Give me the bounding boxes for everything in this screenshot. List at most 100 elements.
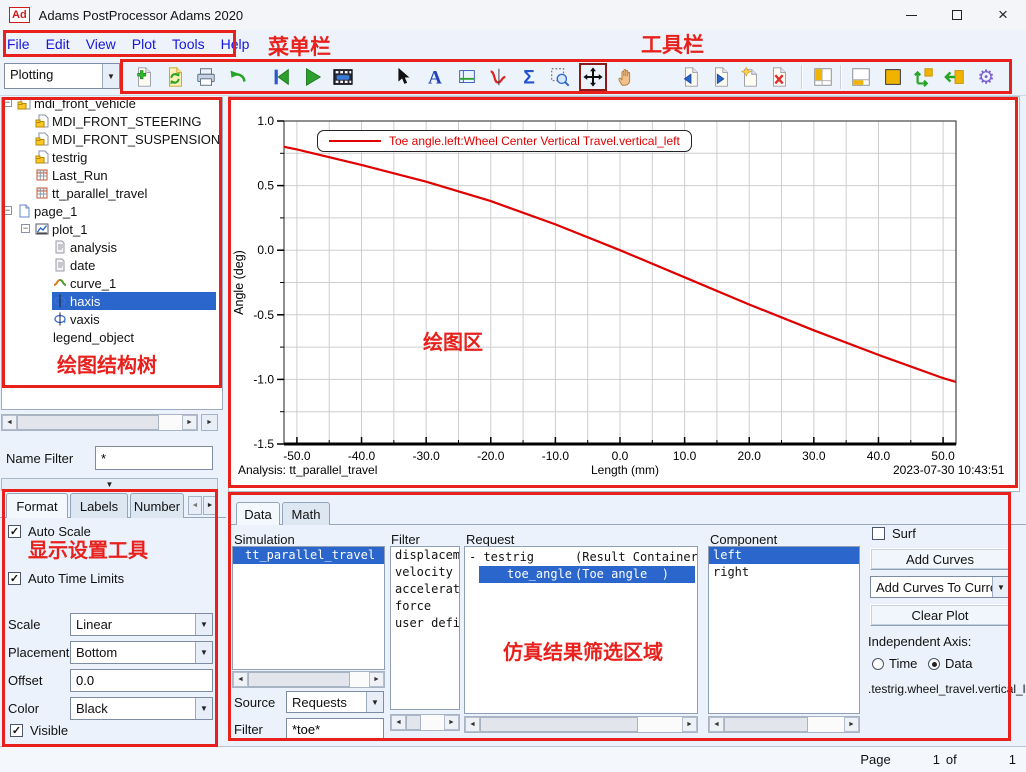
tree-item-Last_Run[interactable]: Last_Run	[2, 166, 223, 184]
scroll-left-icon[interactable]: ◄	[2, 415, 17, 430]
scroll-thumb[interactable]	[724, 717, 808, 732]
tab-prev-button[interactable]: ◄	[188, 496, 202, 515]
plot-axes-icon[interactable]	[455, 65, 479, 89]
clear-plot-button[interactable]: Clear Plot	[870, 604, 1010, 626]
time-radio[interactable]: Time	[872, 656, 917, 671]
request-row[interactable]: - testrig(Result Container	[465, 549, 697, 566]
simulation-item[interactable]: tt_parallel_travel	[233, 547, 384, 564]
scroll-right-icon[interactable]: ►	[444, 715, 459, 730]
tree-item-plot_1[interactable]: −plot_1	[2, 220, 223, 238]
scroll-left-icon[interactable]: ◄	[465, 717, 480, 732]
results-tab-data[interactable]: Data	[236, 502, 280, 525]
layout-corner-icon[interactable]	[811, 65, 835, 89]
add-curves-button[interactable]: Add Curves	[870, 548, 1010, 570]
auto-scale-checkbox[interactable]: ✓ Auto Scale	[8, 524, 91, 539]
settings-icon[interactable]: ⚙	[974, 65, 998, 89]
prev-page-icon[interactable]	[678, 65, 702, 89]
chevron-down-icon[interactable]: ▼	[366, 692, 383, 712]
surf-checkbox[interactable]: ✓ Surf	[872, 526, 916, 541]
request-h-scrollbar[interactable]: ◄►	[464, 716, 698, 733]
add-page-icon[interactable]	[738, 65, 762, 89]
tree-expander-icon[interactable]: −	[3, 206, 12, 215]
placement-select[interactable]: Bottom▼	[70, 641, 213, 664]
tree-item-MDI_FRONT_SUSPENSION[interactable]: MDI_FRONT_SUSPENSION	[2, 130, 223, 148]
undo-icon[interactable]	[225, 65, 249, 89]
scroll-thumb[interactable]	[480, 717, 638, 732]
layout-bottom-icon[interactable]	[849, 65, 873, 89]
plot-area[interactable]: -50.0-40.0-30.0-20.0-10.00.010.020.030.0…	[228, 96, 1020, 492]
chevron-down-icon[interactable]: ▼	[102, 64, 119, 88]
pane-next-button[interactable]: ►	[201, 414, 218, 431]
filter-field-input[interactable]	[286, 718, 384, 740]
next-page-icon[interactable]	[709, 65, 733, 89]
zoom-area-icon[interactable]	[548, 65, 572, 89]
component-h-scrollbar[interactable]: ◄►	[708, 716, 860, 733]
filter-h-scrollbar[interactable]: ◄►	[390, 714, 460, 731]
play-icon[interactable]	[300, 65, 324, 89]
tree-item-vaxis[interactable]: vaxis	[2, 310, 223, 328]
reload-icon[interactable]	[163, 65, 187, 89]
new-plot-page-icon[interactable]	[132, 65, 156, 89]
component-list[interactable]: leftright	[708, 546, 860, 714]
data-radio[interactable]: Data	[928, 656, 972, 671]
tree-item-testrig[interactable]: testrig	[2, 148, 223, 166]
tree-item-legend_object[interactable]: legend_object	[2, 328, 223, 346]
minimize-button[interactable]	[888, 0, 934, 30]
back-icon[interactable]	[943, 65, 967, 89]
scroll-right-icon[interactable]: ►	[682, 717, 697, 732]
tab-format[interactable]: Format	[6, 493, 68, 518]
print-icon[interactable]	[194, 65, 218, 89]
filter-item[interactable]: user defined	[391, 615, 459, 632]
select-cursor-icon[interactable]	[391, 65, 415, 89]
tree-item-MDI_FRONT_STEERING[interactable]: MDI_FRONT_STEERING	[2, 112, 223, 130]
scroll-right-icon[interactable]: ►	[182, 415, 197, 430]
menu-edit[interactable]: Edit	[38, 36, 78, 52]
tab-number[interactable]: Number	[130, 493, 184, 518]
curve-edit-icon[interactable]	[486, 65, 510, 89]
menu-plot[interactable]: Plot	[124, 36, 164, 52]
tree-item-mdi_front_vehicle[interactable]: −mdi_front_vehicle	[2, 97, 223, 112]
tree-item-date[interactable]: date	[2, 256, 223, 274]
tree-item-page_1[interactable]: −page_1	[2, 202, 223, 220]
scroll-right-icon[interactable]: ►	[369, 672, 384, 687]
scroll-thumb[interactable]	[17, 415, 159, 430]
tree-item-curve_1[interactable]: curve_1	[2, 274, 223, 292]
delete-page-icon[interactable]	[767, 65, 791, 89]
scroll-thumb[interactable]	[406, 715, 421, 730]
scroll-left-icon[interactable]: ◄	[709, 717, 724, 732]
results-tab-math[interactable]: Math	[282, 502, 330, 525]
tree-expander-icon[interactable]: −	[21, 224, 30, 233]
chevron-down-icon[interactable]: ▼	[195, 698, 212, 719]
component-item[interactable]: left	[709, 547, 859, 564]
sigma-icon[interactable]: Σ	[517, 65, 541, 89]
menu-tools[interactable]: Tools	[164, 36, 213, 52]
plot-structure-tree[interactable]: −mdi_front_vehicleMDI_FRONT_STEERINGMDI_…	[1, 97, 223, 410]
scroll-left-icon[interactable]: ◄	[233, 672, 248, 687]
simulation-list[interactable]: tt_parallel_travel	[232, 546, 385, 670]
chevron-down-icon[interactable]: ▼	[195, 614, 212, 635]
add-curves-mode-select[interactable]: Add Curves To Current Plot ▼	[870, 576, 1010, 598]
scroll-right-icon[interactable]: ►	[844, 717, 859, 732]
offset-input[interactable]	[70, 669, 213, 692]
source-select[interactable]: Requests ▼	[286, 691, 384, 713]
filter-list[interactable]: displacementvelocityaccelerationforceuse…	[390, 546, 460, 710]
scroll-thumb[interactable]	[248, 672, 350, 687]
tree-item-haxis[interactable]: haxis	[2, 292, 223, 310]
hand-icon[interactable]	[614, 65, 638, 89]
auto-time-limits-checkbox[interactable]: ✓ Auto Time Limits	[8, 571, 124, 586]
menu-file[interactable]: File	[0, 36, 38, 52]
first-frame-icon[interactable]	[269, 65, 293, 89]
animation-icon[interactable]	[331, 65, 355, 89]
tab-next-button[interactable]: ►	[203, 496, 217, 515]
tab-labels[interactable]: Labels	[70, 493, 128, 518]
close-button[interactable]: ×	[980, 0, 1026, 30]
color-select[interactable]: Black▼	[70, 697, 213, 720]
filter-item[interactable]: force	[391, 598, 459, 615]
request-row[interactable]: toe_angle(Toe angle )	[465, 566, 697, 583]
chevron-down-icon[interactable]: ▼	[992, 577, 1009, 597]
tree-item-analysis[interactable]: analysis	[2, 238, 223, 256]
visible-checkbox[interactable]: ✓ Visible	[10, 723, 68, 738]
filter-item[interactable]: velocity	[391, 564, 459, 581]
scroll-left-icon[interactable]: ◄	[391, 715, 406, 730]
tree-collapse-bar[interactable]: ▼	[1, 478, 218, 491]
